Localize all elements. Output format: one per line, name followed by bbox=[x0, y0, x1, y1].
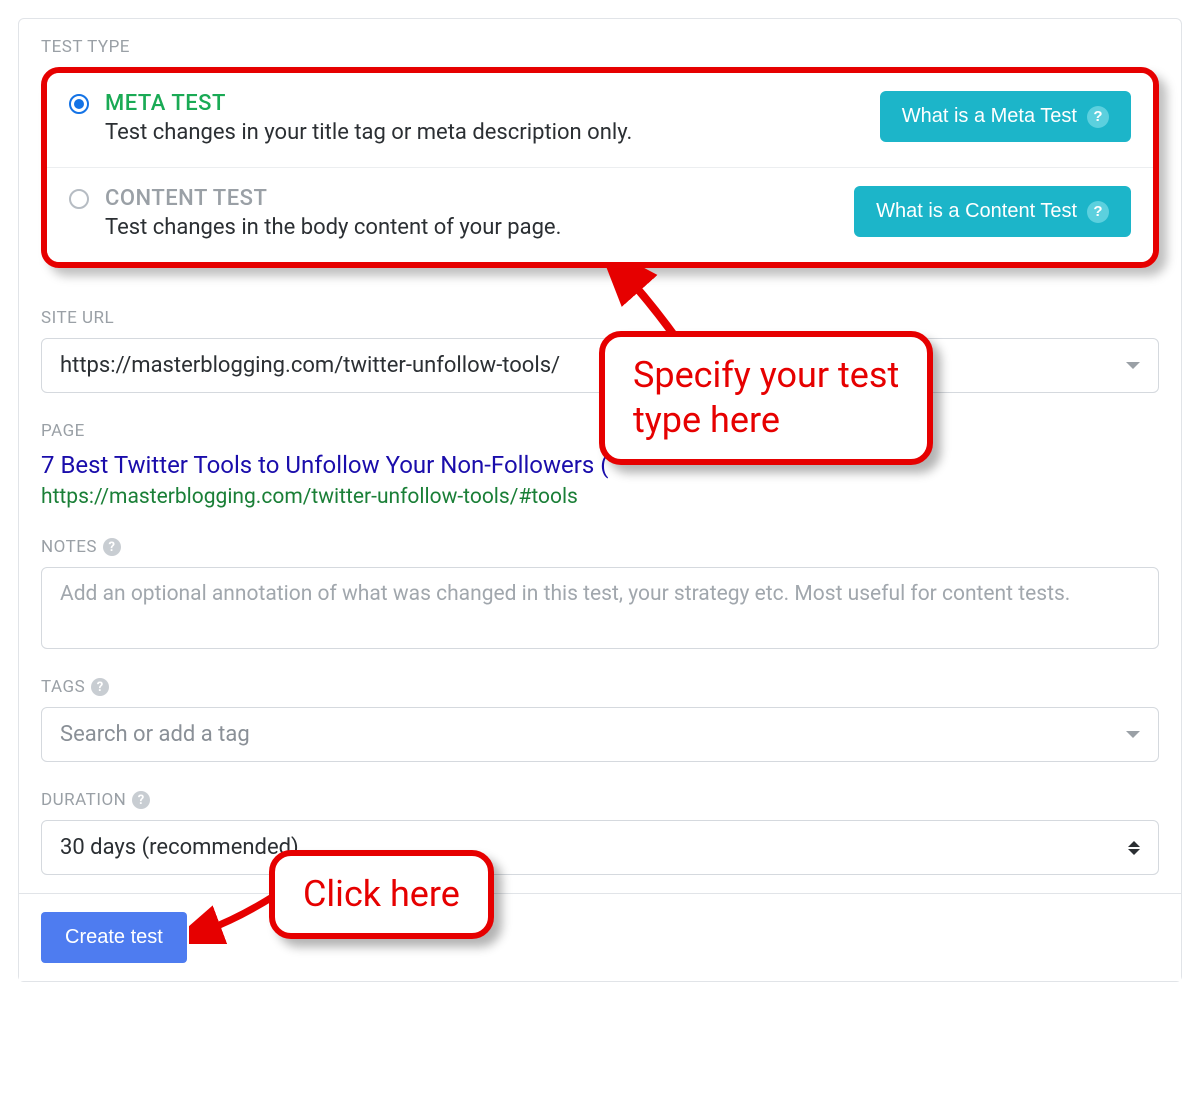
page-title-link[interactable]: 7 Best Twitter Tools to Unfollow Your No… bbox=[41, 451, 608, 479]
label-test-type: TEST TYPE bbox=[41, 37, 1159, 57]
option-title: META TEST bbox=[105, 91, 632, 116]
help-icon: ? bbox=[1087, 201, 1109, 223]
duration-select[interactable]: 30 days (recommended) bbox=[41, 820, 1159, 875]
option-title: CONTENT TEST bbox=[105, 186, 561, 211]
help-icon: ? bbox=[91, 678, 109, 696]
option-content-test[interactable]: CONTENT TEST Test changes in the body co… bbox=[47, 167, 1153, 262]
label-tags: TAGS ? bbox=[41, 677, 1159, 697]
arrow-icon bbox=[189, 888, 279, 944]
help-icon: ? bbox=[132, 791, 150, 809]
option-desc: Test changes in your title tag or meta d… bbox=[105, 120, 632, 145]
site-url-value: https://masterblogging.com/twitter-unfol… bbox=[60, 353, 560, 378]
radio-meta-test[interactable] bbox=[69, 94, 89, 114]
option-meta-test[interactable]: META TEST Test changes in your title tag… bbox=[47, 73, 1153, 167]
updown-icon bbox=[1128, 841, 1140, 855]
page-url-text: https://masterblogging.com/twitter-unfol… bbox=[41, 485, 578, 509]
what-is-content-test-button[interactable]: What is a Content Test ? bbox=[854, 186, 1131, 237]
tags-input[interactable]: Search or add a tag bbox=[41, 707, 1159, 762]
label-notes: NOTES ? bbox=[41, 537, 1159, 557]
create-test-button[interactable]: Create test bbox=[41, 912, 187, 963]
chevron-down-icon bbox=[1126, 362, 1140, 369]
form-card: TEST TYPE META TEST Test changes in your… bbox=[18, 18, 1182, 982]
test-type-group: META TEST Test changes in your title tag… bbox=[41, 67, 1159, 268]
what-is-meta-test-button[interactable]: What is a Meta Test ? bbox=[880, 91, 1131, 142]
radio-content-test[interactable] bbox=[69, 189, 89, 209]
option-desc: Test changes in the body content of your… bbox=[105, 215, 561, 240]
chevron-down-icon bbox=[1126, 731, 1140, 738]
help-icon: ? bbox=[103, 538, 121, 556]
annotation-specify-test-type: Specify your test type here bbox=[599, 331, 933, 465]
notes-textarea[interactable]: Add an optional annotation of what was c… bbox=[41, 567, 1159, 649]
footer-bar: Create test Click here bbox=[19, 893, 1181, 981]
help-icon: ? bbox=[1087, 106, 1109, 128]
annotation-click-here: Click here bbox=[269, 850, 494, 939]
label-duration: DURATION ? bbox=[41, 790, 1159, 810]
